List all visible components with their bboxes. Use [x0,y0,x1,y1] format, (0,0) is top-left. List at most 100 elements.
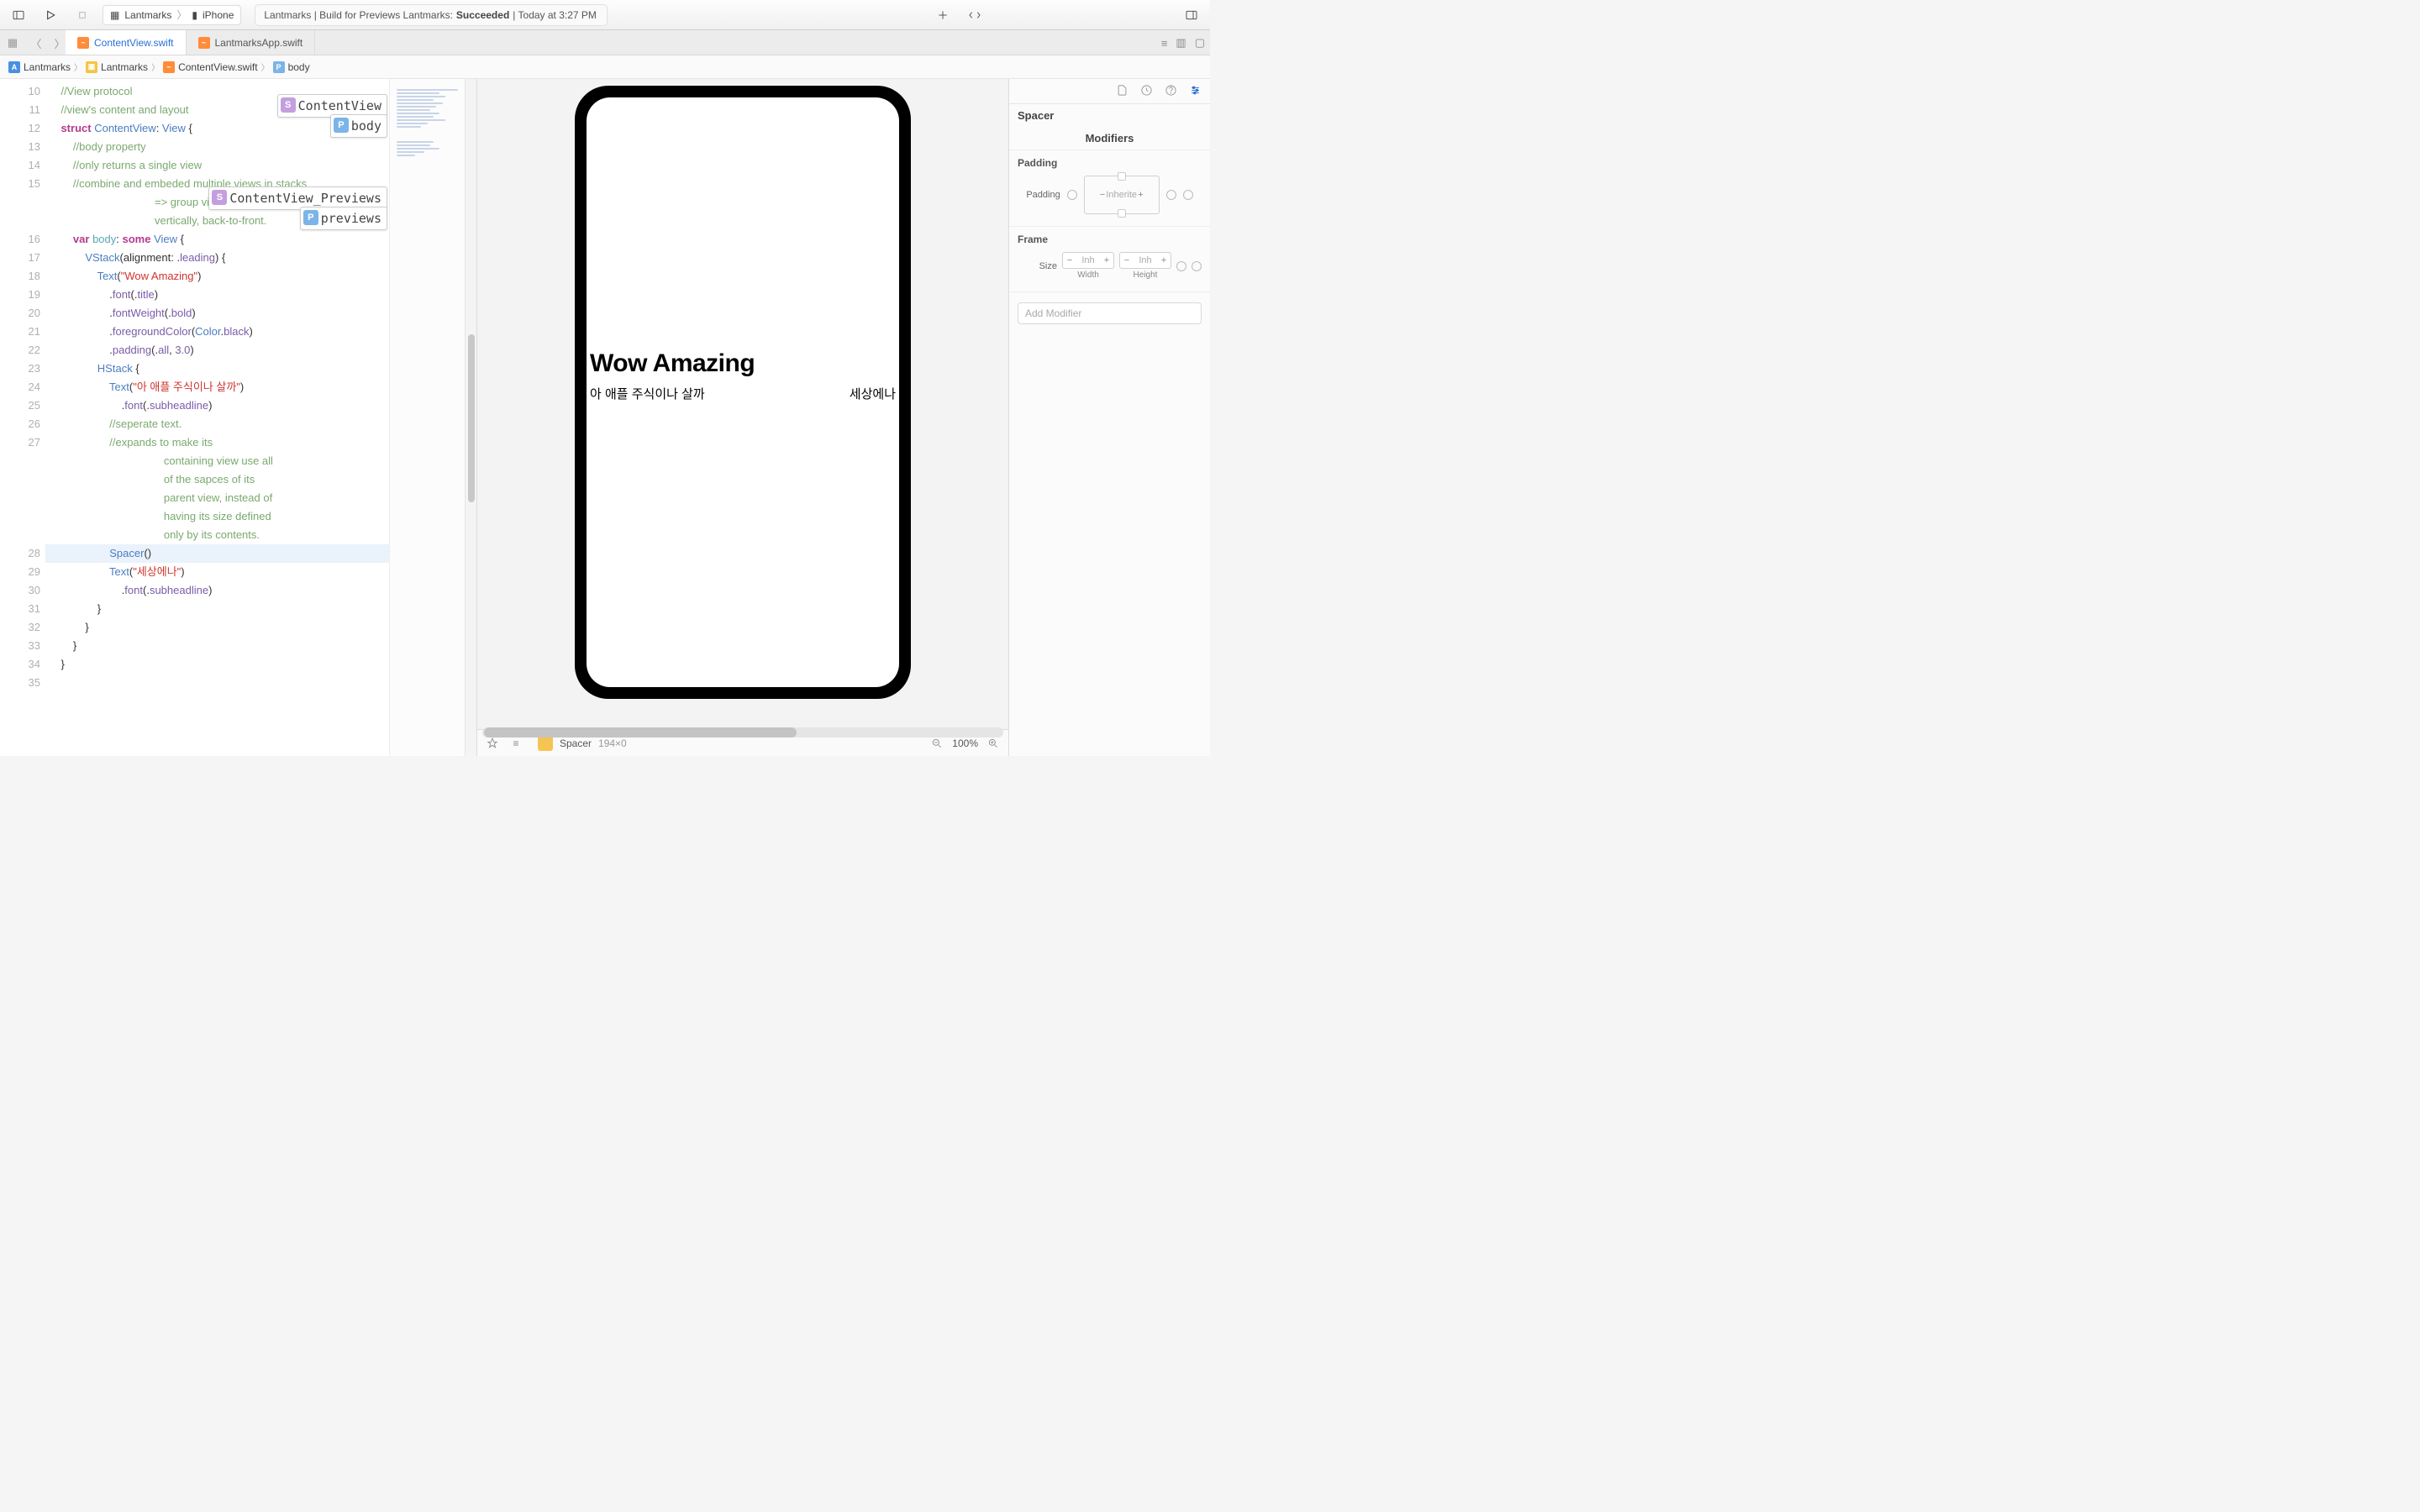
code-line[interactable]: //only returns a single view [45,156,389,175]
related-items-button[interactable]: ▦ [3,34,22,52]
source-editor[interactable]: 1011121314151617181920212223242526272829… [0,79,477,756]
code-line[interactable]: having its size defined [45,507,389,526]
code-line[interactable]: .font(.subheadline) [45,581,389,600]
line-number: 27 [0,433,40,452]
zoom-out-button[interactable] [930,737,944,750]
padding-top-handle[interactable] [1118,172,1126,181]
inspector-heading: Spacer [1009,104,1210,127]
adjust-editor-icon[interactable]: ▥ [1176,36,1186,50]
code-line[interactable]: var body: some View { [45,230,389,249]
code-line[interactable]: .font(.title) [45,286,389,304]
scrollbar-thumb[interactable] [468,334,475,502]
history-inspector-tab[interactable] [1140,84,1153,99]
stepper-plus-button[interactable]: + [1138,190,1143,200]
code-line[interactable]: VStack(alignment: .leading) { [45,249,389,267]
crumb[interactable]: Lantmarks [24,61,71,73]
symbol-overlay-prop[interactable]: Pbody [330,114,387,138]
line-number: 25 [0,396,40,415]
hide-navigator-button[interactable] [7,3,30,27]
scrollbar-thumb[interactable] [484,727,797,738]
symbol-overlay-prop[interactable]: Ppreviews [300,207,387,230]
padding-all-toggle[interactable] [1183,190,1193,200]
stepper-plus-button[interactable]: + [1100,255,1113,265]
code-line[interactable]: .foregroundColor(Color.black) [45,323,389,341]
scheme-device: iPhone [203,9,234,21]
attributes-inspector-tab[interactable] [1189,84,1202,99]
code-line[interactable]: } [45,637,389,655]
crumb[interactable]: ContentView.swift [178,61,258,73]
code-line[interactable]: //expands to make its [45,433,389,452]
stepper-plus-button[interactable]: + [1157,255,1171,265]
code-review-button[interactable] [963,3,986,27]
library-button[interactable] [931,3,955,27]
code-line[interactable]: only by its contents. [45,526,389,544]
scheme-selector[interactable]: ▦ Lantmarks 〉 ▮ iPhone [103,5,241,25]
line-number [0,507,40,526]
stepper-minus-button[interactable]: − [1100,190,1105,200]
jump-bar[interactable]: ALantmarks〉 ▣Lantmarks〉 ~ContentView.swi… [0,55,1210,79]
minimap[interactable] [389,79,465,756]
stepper-minus-button[interactable]: − [1120,255,1134,265]
crumb[interactable]: body [288,61,310,73]
padding-editor[interactable]: −Inherite+ [1084,176,1160,214]
nav-forward-button[interactable]: 〉 [50,34,69,52]
code-area[interactable]: SContentView Pbody SContentView_Previews… [45,79,389,756]
editor-scrollbar[interactable] [465,79,476,756]
preview-canvas[interactable]: Wow Amazing 아 애플 주식이나 살까 세상에나 [477,79,1008,729]
padding-right-toggle[interactable] [1166,190,1176,200]
code-line[interactable]: Spacer() [45,544,389,563]
zoom-level[interactable]: 100% [952,738,978,749]
canvas-horizontal-scrollbar[interactable] [482,727,1003,738]
stop-button[interactable] [71,3,94,27]
padding-left-toggle[interactable] [1067,190,1077,200]
height-value[interactable]: Inh [1134,255,1157,265]
run-button[interactable] [39,3,62,27]
line-number: 35 [0,674,40,692]
line-number: 20 [0,304,40,323]
stepper-minus-button[interactable]: − [1063,255,1076,265]
editor-options-icon[interactable]: ≡ [1161,37,1168,50]
crumb[interactable]: Lantmarks [101,61,148,73]
padding-value[interactable]: Inherite [1106,190,1137,200]
zoom-in-button[interactable] [986,737,1000,750]
help-inspector-tab[interactable] [1165,84,1177,99]
add-modifier-input[interactable]: Add Modifier [1018,302,1202,324]
code-line[interactable]: } [45,600,389,618]
add-editor-icon[interactable]: ▢ [1195,36,1205,50]
size-lock-toggle[interactable] [1176,261,1186,271]
code-line[interactable]: Text("아 애플 주식이나 살까") [45,378,389,396]
file-inspector-tab[interactable] [1116,84,1128,99]
padding-bottom-handle[interactable] [1118,209,1126,218]
code-line[interactable] [45,674,389,692]
code-line[interactable]: Text("세상에나") [45,563,389,581]
inspector-tab-bar [1009,79,1210,104]
nav-back-button[interactable]: 〈 [27,34,45,52]
code-line[interactable]: HStack { [45,360,389,378]
device-screen[interactable]: Wow Amazing 아 애플 주식이나 살까 세상에나 [587,97,899,687]
code-line[interactable]: //body property [45,138,389,156]
code-line[interactable]: .font(.subheadline) [45,396,389,415]
preview-list-button[interactable]: ≡ [509,737,523,750]
status-time: | Today at 3:27 PM [513,9,597,21]
line-number: 33 [0,637,40,655]
code-line[interactable]: .padding(.all, 3.0) [45,341,389,360]
code-line[interactable]: .fontWeight(.bold) [45,304,389,323]
tab-lantmarksapp[interactable]: ~ LantmarksApp.swift [187,30,316,55]
hide-inspector-button[interactable] [1180,3,1203,27]
code-line[interactable]: } [45,618,389,637]
size-extra-toggle[interactable] [1192,261,1202,271]
activity-status-bar[interactable]: Lantmarks | Build for Previews Lantmarks… [255,4,608,26]
line-number: 18 [0,267,40,286]
status-result: Succeeded [456,9,509,21]
height-stepper[interactable]: −Inh+ [1119,252,1171,269]
width-value[interactable]: Inh [1076,255,1100,265]
code-line[interactable]: containing view use all [45,452,389,470]
width-stepper[interactable]: −Inh+ [1062,252,1114,269]
code-line[interactable]: } [45,655,389,674]
code-line[interactable]: of the sapces of its [45,470,389,489]
code-line[interactable]: parent view, instead of [45,489,389,507]
pin-preview-button[interactable] [486,737,499,750]
tab-contentview[interactable]: ~ ContentView.swift [66,30,187,55]
code-line[interactable]: Text("Wow Amazing") [45,267,389,286]
code-line[interactable]: //seperate text. [45,415,389,433]
